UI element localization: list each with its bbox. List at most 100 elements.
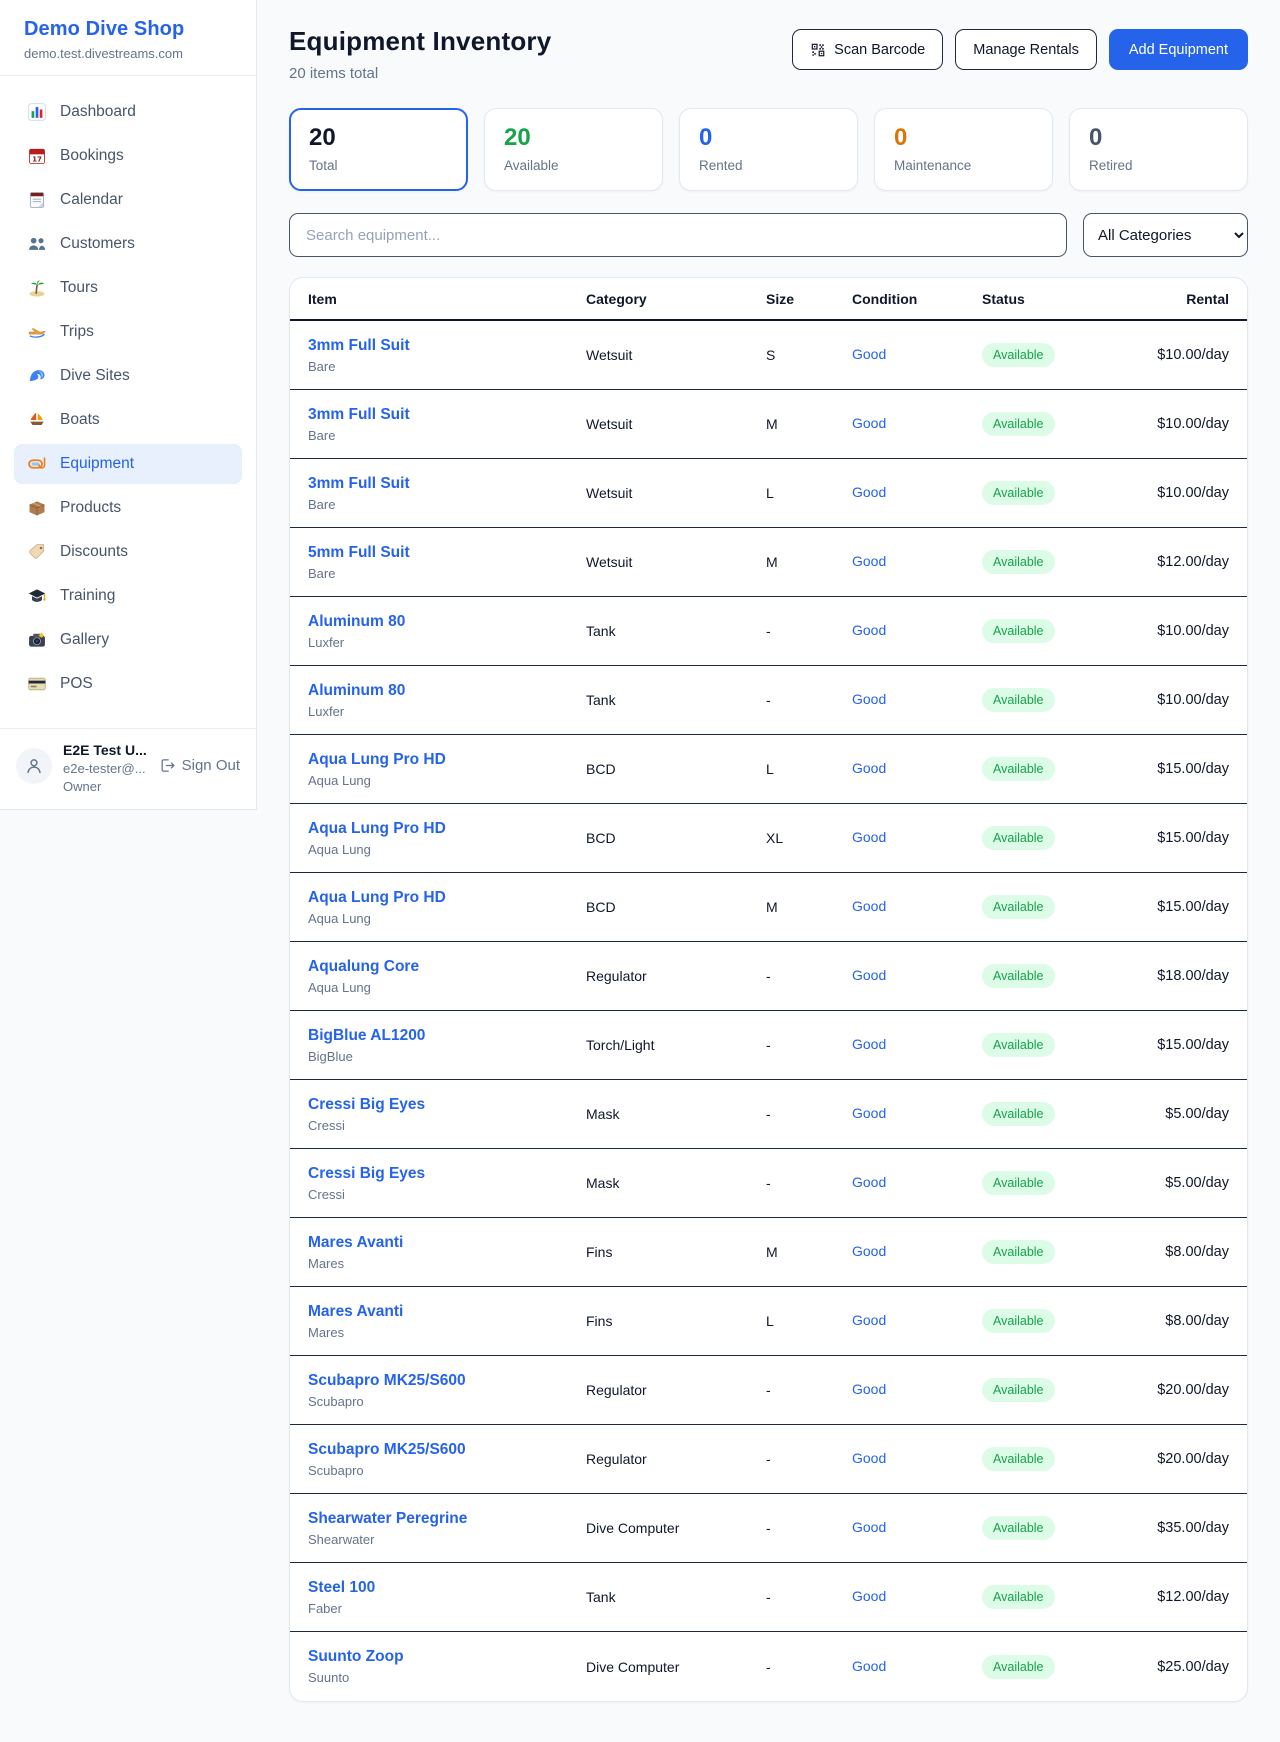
item-link[interactable]: 3mm Full Suit — [308, 475, 410, 492]
condition-link[interactable]: Good — [852, 1312, 886, 1328]
sidebar-item[interactable]: Discounts — [14, 532, 242, 572]
stat-card[interactable]: 0 Rented — [679, 108, 858, 191]
item-link[interactable]: Aqua Lung Pro HD — [308, 889, 446, 906]
item-link[interactable]: Cressi Big Eyes — [308, 1165, 425, 1182]
stat-value: 0 — [699, 124, 838, 152]
condition-link[interactable]: Good — [852, 553, 886, 569]
search-input[interactable] — [289, 213, 1067, 257]
sidebar-item-label: Calendar — [60, 191, 123, 209]
table-row: Aluminum 80 Luxfer Tank - Good Available… — [290, 666, 1247, 735]
sidebar-item[interactable]: Equipment — [14, 444, 242, 484]
item-link[interactable]: Aqua Lung Pro HD — [308, 820, 446, 837]
item-link[interactable]: Mares Avanti — [308, 1303, 403, 1320]
item-link[interactable]: Suunto Zoop — [308, 1648, 404, 1665]
sidebar-item[interactable]: Boats — [14, 400, 242, 440]
rental-cell: $18.00/day — [1127, 968, 1229, 984]
condition-link[interactable]: Good — [852, 1658, 886, 1674]
item-link[interactable]: Aqualung Core — [308, 958, 419, 975]
stat-card[interactable]: 20 Total — [289, 108, 468, 191]
discounts-icon — [27, 542, 47, 562]
condition-link[interactable]: Good — [852, 898, 886, 914]
sidebar-header: Demo Dive Shop demo.test.divestreams.com — [0, 0, 256, 76]
condition-link[interactable]: Good — [852, 691, 886, 707]
item-cell: BigBlue AL1200 BigBlue — [308, 1027, 586, 1064]
item-link[interactable]: Scubapro MK25/S600 — [308, 1372, 466, 1389]
category-cell: Mask — [586, 1106, 766, 1122]
item-brand: Mares — [308, 1325, 586, 1340]
sidebar-item[interactable]: Products — [14, 488, 242, 528]
item-link[interactable]: Shearwater Peregrine — [308, 1510, 467, 1527]
condition-link[interactable]: Good — [852, 622, 886, 638]
item-link[interactable]: Aluminum 80 — [308, 682, 405, 699]
stat-card[interactable]: 0 Maintenance — [874, 108, 1053, 191]
item-brand: Aqua Lung — [308, 773, 586, 788]
scan-barcode-button[interactable]: Scan Barcode — [792, 29, 943, 70]
status-badge: Available — [982, 1655, 1055, 1679]
item-link[interactable]: Aqua Lung Pro HD — [308, 751, 446, 768]
condition-link[interactable]: Good — [852, 829, 886, 845]
table-row: Mares Avanti Mares Fins M Good Available… — [290, 1218, 1247, 1287]
condition-link[interactable]: Good — [852, 346, 886, 362]
size-cell: M — [766, 416, 852, 432]
add-equipment-button[interactable]: Add Equipment — [1109, 29, 1248, 70]
item-link[interactable]: 3mm Full Suit — [308, 337, 410, 354]
size-cell: L — [766, 485, 852, 501]
stat-card[interactable]: 0 Retired — [1069, 108, 1248, 191]
item-brand: BigBlue — [308, 1049, 586, 1064]
sidebar-item[interactable]: POS — [14, 664, 242, 704]
status-badge: Available — [982, 1309, 1055, 1333]
scan-barcode-icon — [810, 42, 826, 58]
table-row: Mares Avanti Mares Fins L Good Available… — [290, 1287, 1247, 1356]
item-link[interactable]: Steel 100 — [308, 1579, 375, 1596]
sidebar-item[interactable]: Dashboard — [14, 92, 242, 132]
condition-link[interactable]: Good — [852, 1174, 886, 1190]
item-link[interactable]: 3mm Full Suit — [308, 406, 410, 423]
table-header-row: Item Category Size Condition Status Rent… — [290, 278, 1247, 321]
sidebar-item[interactable]: Tours — [14, 268, 242, 308]
sidebar-item[interactable]: Dive Sites — [14, 356, 242, 396]
item-link[interactable]: Scubapro MK25/S600 — [308, 1441, 466, 1458]
sidebar-item[interactable]: Gallery — [14, 620, 242, 660]
item-link[interactable]: Mares Avanti — [308, 1234, 403, 1251]
sidebar-item[interactable]: Training — [14, 576, 242, 616]
item-brand: Faber — [308, 1601, 586, 1616]
sidebar-item[interactable]: Customers — [14, 224, 242, 264]
condition-link[interactable]: Good — [852, 1105, 886, 1121]
sign-out-button[interactable]: Sign Out — [159, 757, 240, 774]
condition-link[interactable]: Good — [852, 760, 886, 776]
category-select[interactable]: All Categories — [1083, 213, 1248, 257]
category-cell: Wetsuit — [586, 347, 766, 363]
category-cell: Torch/Light — [586, 1037, 766, 1053]
stat-card[interactable]: 20 Available — [484, 108, 663, 191]
rental-cell: $10.00/day — [1127, 692, 1229, 708]
condition-link[interactable]: Good — [852, 1519, 886, 1535]
condition-link[interactable]: Good — [852, 1588, 886, 1604]
sidebar-item-label: Dive Sites — [60, 367, 130, 385]
size-cell: - — [766, 692, 852, 708]
condition-link[interactable]: Good — [852, 1381, 886, 1397]
condition-link[interactable]: Good — [852, 484, 886, 500]
item-link[interactable]: Cressi Big Eyes — [308, 1096, 425, 1113]
table-row: Aqua Lung Pro HD Aqua Lung BCD M Good Av… — [290, 873, 1247, 942]
condition-link[interactable]: Good — [852, 1450, 886, 1466]
condition-link[interactable]: Good — [852, 967, 886, 983]
condition-link[interactable]: Good — [852, 1036, 886, 1052]
manage-rentals-button[interactable]: Manage Rentals — [955, 29, 1097, 70]
sidebar-item[interactable]: Bookings — [14, 136, 242, 176]
condition-link[interactable]: Good — [852, 1243, 886, 1259]
item-link[interactable]: BigBlue AL1200 — [308, 1027, 425, 1044]
item-link[interactable]: Aluminum 80 — [308, 613, 405, 630]
item-cell: 3mm Full Suit Bare — [308, 406, 586, 443]
condition-cell: Good — [852, 691, 982, 709]
rental-cell: $15.00/day — [1127, 761, 1229, 777]
table-row: Scubapro MK25/S600 Scubapro Regulator - … — [290, 1356, 1247, 1425]
sidebar-item[interactable]: Calendar — [14, 180, 242, 220]
item-link[interactable]: 5mm Full Suit — [308, 544, 410, 561]
sidebar-item[interactable]: Trips — [14, 312, 242, 352]
item-brand: Cressi — [308, 1118, 586, 1133]
condition-link[interactable]: Good — [852, 415, 886, 431]
table-row: Aqua Lung Pro HD Aqua Lung BCD XL Good A… — [290, 804, 1247, 873]
item-brand: Bare — [308, 497, 586, 512]
brand-title: Demo Dive Shop — [24, 18, 232, 41]
size-cell: - — [766, 1451, 852, 1467]
